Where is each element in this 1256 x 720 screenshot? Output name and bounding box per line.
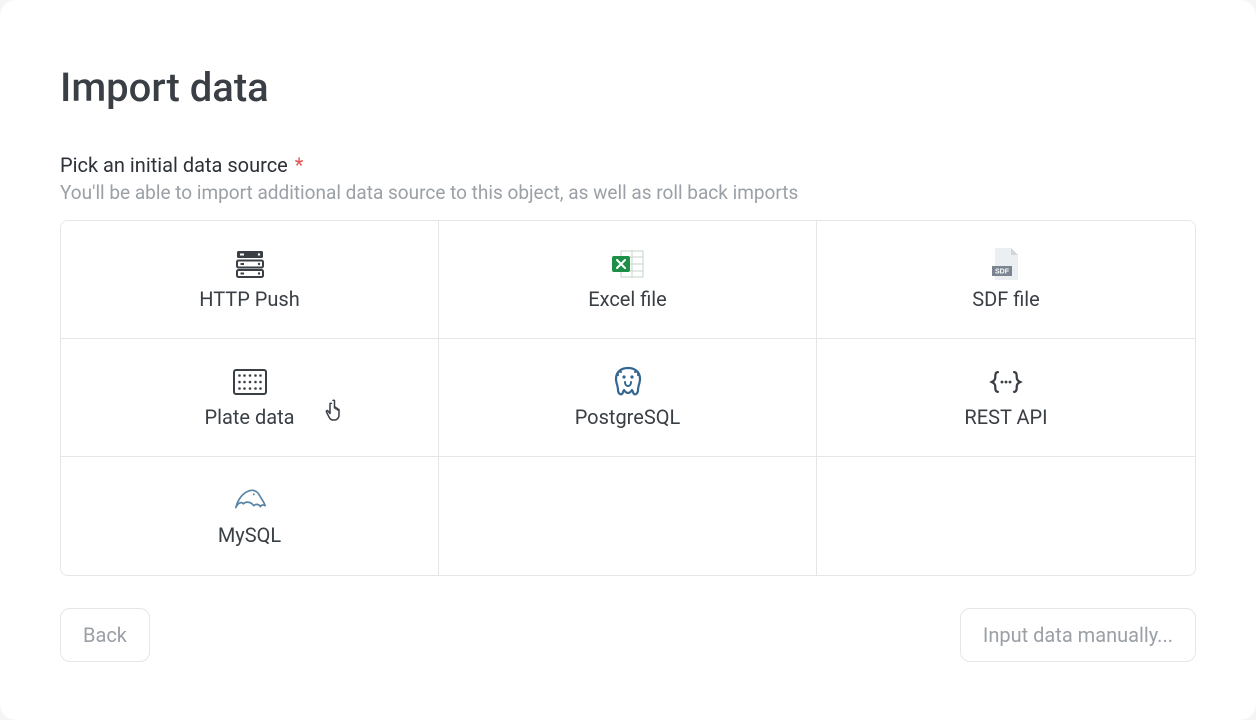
source-tile-restapi[interactable]: REST API xyxy=(817,339,1195,457)
tile-label: PostgreSQL xyxy=(575,405,681,429)
dolphin-icon xyxy=(233,485,267,515)
section-hint: You'll be able to import additional data… xyxy=(60,181,1196,204)
server-stack-icon xyxy=(233,249,267,279)
source-tile-sdf[interactable]: SDF SDF file xyxy=(817,221,1195,339)
source-tile-excel[interactable]: Excel file xyxy=(439,221,817,339)
back-button[interactable]: Back xyxy=(60,608,150,662)
tile-label: MySQL xyxy=(218,523,281,547)
section-label-text: Pick an initial data source xyxy=(60,153,288,177)
footer-buttons: Back Input data manually... xyxy=(60,608,1196,662)
page-title: Import data xyxy=(60,64,1196,111)
braces-icon xyxy=(989,367,1023,397)
elephant-icon xyxy=(611,367,645,397)
tile-label: SDF file xyxy=(972,287,1040,311)
source-tile-http-push[interactable]: HTTP Push xyxy=(61,221,439,339)
data-source-grid: HTTP Push Excel file xyxy=(60,220,1196,576)
tile-label: Plate data xyxy=(204,405,294,429)
empty-tile xyxy=(817,457,1195,575)
input-manually-button[interactable]: Input data manually... xyxy=(960,608,1196,662)
source-tile-plate[interactable]: Plate data xyxy=(61,339,439,457)
source-tile-mysql[interactable]: MySQL xyxy=(61,457,439,575)
import-data-panel: Import data Pick an initial data source … xyxy=(0,0,1256,720)
cursor-pointer-icon xyxy=(325,399,347,423)
section-header: Pick an initial data source * You'll be … xyxy=(60,151,1196,204)
empty-tile xyxy=(439,457,817,575)
source-tile-postgresql[interactable]: PostgreSQL xyxy=(439,339,817,457)
tile-label: HTTP Push xyxy=(199,287,300,311)
tile-label: REST API xyxy=(964,405,1047,429)
required-asterisk: * xyxy=(295,153,304,177)
sdf-file-icon: SDF xyxy=(989,249,1023,279)
plate-grid-icon xyxy=(233,367,267,397)
svg-text:SDF: SDF xyxy=(995,268,1010,275)
excel-icon xyxy=(611,249,645,279)
section-label: Pick an initial data source * xyxy=(60,151,1196,179)
tile-label: Excel file xyxy=(588,287,667,311)
